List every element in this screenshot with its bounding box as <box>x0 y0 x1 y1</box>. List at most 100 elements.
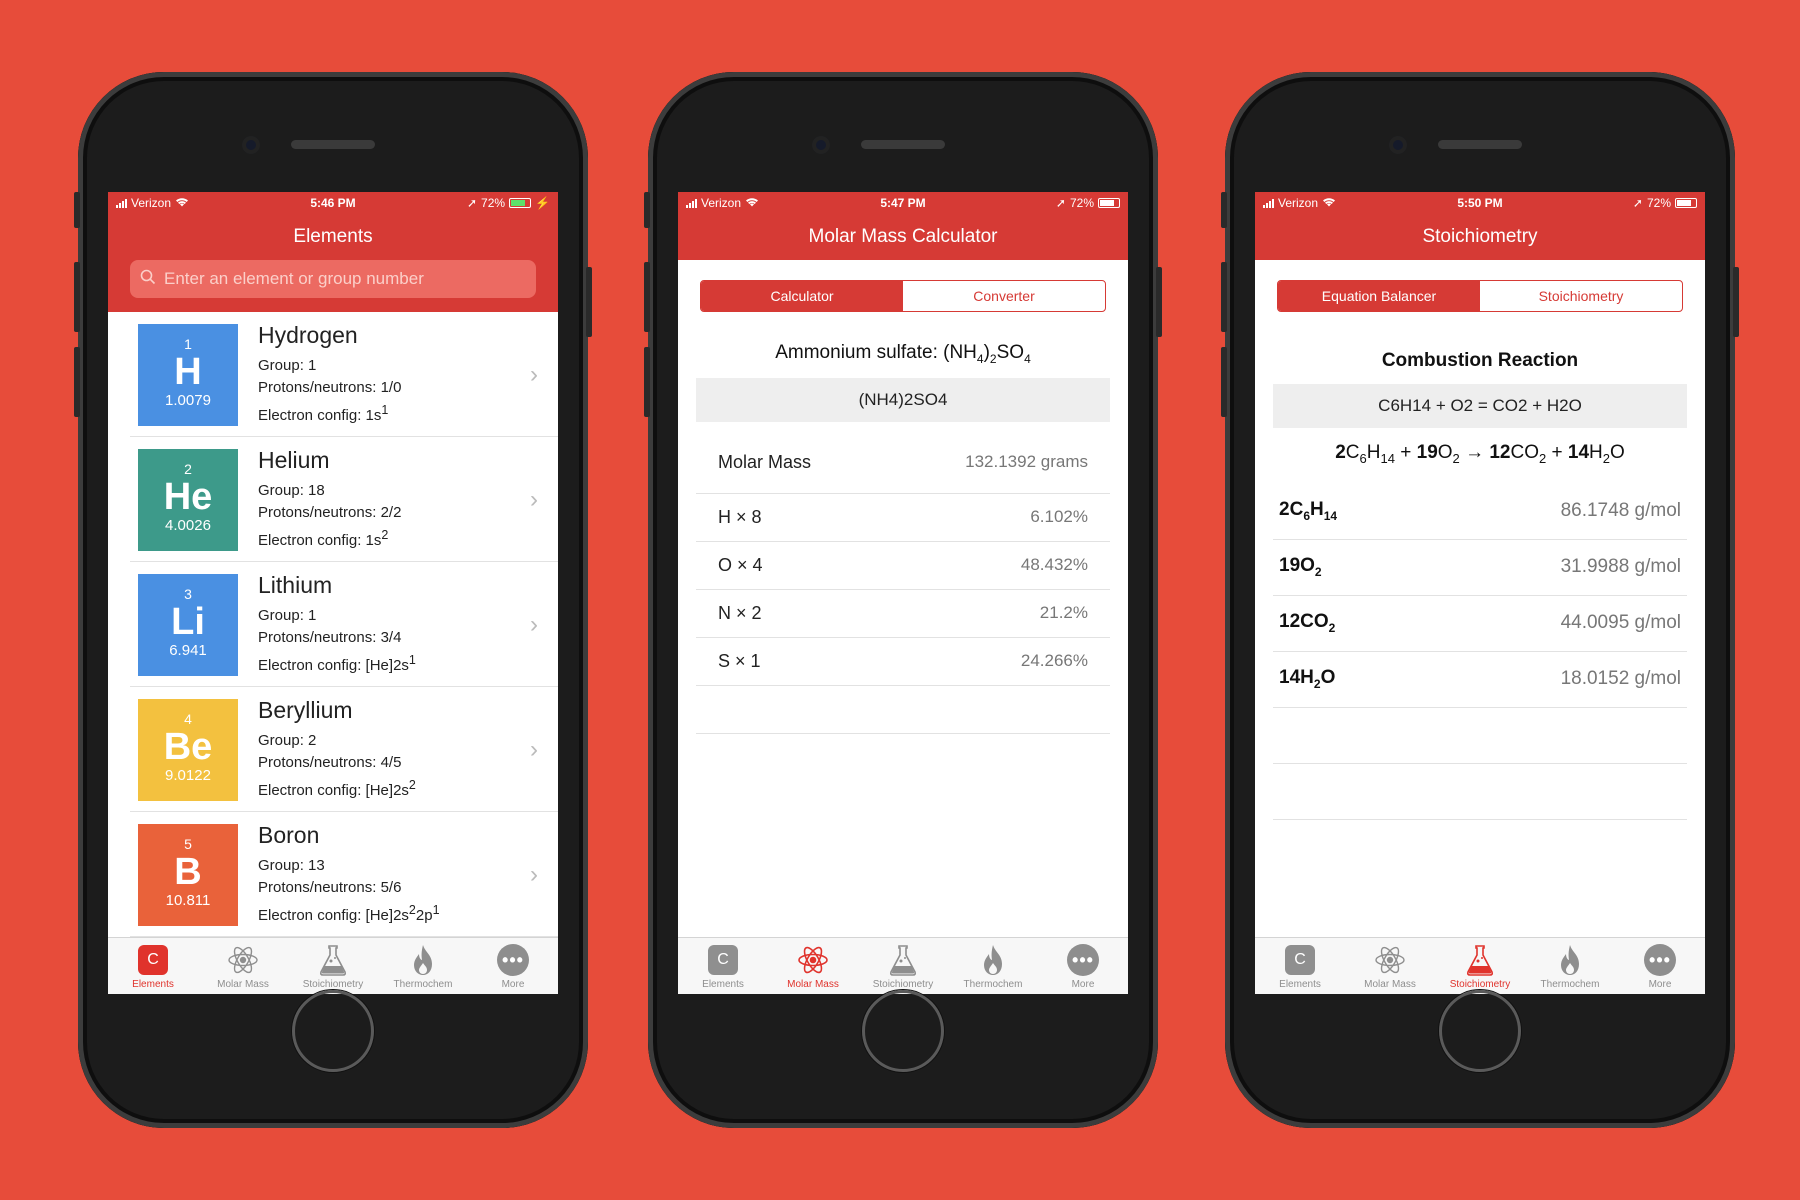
status-bar: Verizon 5:46 PM ➚ 72% ⚡ <box>108 192 558 214</box>
screen: Verizon 5:47 PM ➚ 72% Molar Mass Calcula… <box>678 192 1128 994</box>
home-button[interactable] <box>1439 990 1521 1072</box>
element-config: Electron config: [He]2s1 <box>258 653 416 674</box>
tab-stoichiometry[interactable]: Stoichiometry <box>858 938 948 994</box>
composition-label: S × 1 <box>718 650 761 671</box>
page-title: Elements <box>108 214 558 260</box>
tab-stoichiometry[interactable]: Stoichiometry <box>288 938 378 994</box>
composition-row: O × 4 48.432% <box>696 542 1110 590</box>
formula-input[interactable]: (NH4)2SO4 <box>696 377 1110 422</box>
element-row-helium[interactable]: 2 He 4.0026 Helium Group: 18 Protons/neu… <box>108 437 558 562</box>
balanced-equation: 2C6H14 + 19O2 → 12CO2 + 14H2O <box>1335 442 1625 466</box>
tab-label: More <box>501 979 525 990</box>
element-config: Electron config: 1s2 <box>258 528 389 549</box>
tab-label: Stoichiometry <box>872 979 934 990</box>
segment-equation-balancer[interactable]: Equation Balancer <box>1278 281 1480 311</box>
element-group: Group: 1 <box>258 607 317 624</box>
element-symbol: Be <box>163 725 213 768</box>
more-icon: ••• <box>1644 944 1676 976</box>
compound-row: 14H2O 18.0152 g/mol <box>1273 652 1687 708</box>
empty-row <box>1273 764 1687 820</box>
composition-row: S × 1 24.266% <box>696 638 1110 686</box>
home-button[interactable] <box>292 990 374 1072</box>
battery-icon <box>1098 198 1120 208</box>
atom-icon <box>796 943 830 977</box>
phone-elements: Verizon 5:46 PM ➚ 72% ⚡ Elements Enter a… <box>74 72 592 1128</box>
elements-icon: C <box>708 945 738 975</box>
tab-label: More <box>1648 979 1672 990</box>
tab-molar-mass[interactable]: Molar Mass <box>1345 938 1435 994</box>
atomic-number: 5 <box>184 835 192 852</box>
compound-row: 12CO2 44.0095 g/mol <box>1273 596 1687 652</box>
mute-switch <box>74 192 80 228</box>
composition-value: 21.2% <box>1039 603 1088 623</box>
tab-label: More <box>1071 979 1095 990</box>
flame-icon <box>976 943 1010 977</box>
compound-formula: 12CO2 <box>1279 611 1336 636</box>
tab-label: Thermochem <box>963 979 1023 990</box>
search-bar <box>108 260 558 312</box>
element-name: Helium <box>258 447 330 473</box>
element-tile: 1 H 1.0079 <box>138 323 238 426</box>
search-input[interactable] <box>164 269 526 289</box>
composition-value: 24.266% <box>1020 651 1088 671</box>
element-config: Electron config: 1s1 <box>258 403 389 424</box>
tab-label: Molar Mass <box>787 979 839 990</box>
tab-label: Elements <box>1279 979 1321 990</box>
atomic-mass: 1.0079 <box>165 391 211 409</box>
segment-stoichiometry[interactable]: Stoichiometry <box>1480 281 1682 311</box>
equation-input[interactable]: C6H14 + O2 = CO2 + H2O <box>1273 384 1687 428</box>
search-box[interactable] <box>130 260 536 298</box>
tab-molar-mass[interactable]: Molar Mass <box>768 938 858 994</box>
compound-formula: 2C6H14 <box>1279 499 1338 524</box>
segment-calculator[interactable]: Calculator <box>701 281 903 311</box>
tab-stoichiometry[interactable]: Stoichiometry <box>1435 938 1525 994</box>
search-icon <box>140 269 156 290</box>
chevron-right-icon: › <box>530 735 538 763</box>
tab-molar-mass[interactable]: Molar Mass <box>198 938 288 994</box>
element-row-beryllium[interactable]: 4 Be 9.0122 Beryllium Group: 2 Protons/n… <box>108 687 558 812</box>
volume-up-button <box>644 262 650 332</box>
tab-thermochem[interactable]: Thermochem <box>378 938 468 994</box>
more-icon: ••• <box>1067 944 1099 976</box>
composition-value: 6.102% <box>1030 507 1088 527</box>
element-name: Lithium <box>258 572 333 598</box>
tab-elements[interactable]: C Elements <box>108 938 198 994</box>
segment-converter[interactable]: Converter <box>903 281 1105 311</box>
atom-icon <box>226 943 260 977</box>
mute-switch <box>644 192 650 228</box>
tab-more[interactable]: ••• More <box>1615 938 1705 994</box>
battery-percent: 72% <box>481 196 506 210</box>
element-protons-neutrons: Protons/neutrons: 5/6 <box>258 879 402 896</box>
tab-label: Elements <box>702 979 744 990</box>
tab-thermochem[interactable]: Thermochem <box>1525 938 1615 994</box>
volume-up-button <box>74 262 80 332</box>
compound-mass: 86.1748 g/mol <box>1560 500 1681 522</box>
empty-row <box>696 686 1110 734</box>
element-row-lithium[interactable]: 3 Li 6.941 Lithium Group: 1 Protons/neut… <box>108 562 558 687</box>
element-name: Hydrogen <box>258 322 358 348</box>
element-protons-neutrons: Protons/neutrons: 4/5 <box>258 754 402 771</box>
element-name: Boron <box>258 822 320 848</box>
tab-more[interactable]: ••• More <box>468 938 558 994</box>
location-arrow-icon: ➚ <box>466 196 478 210</box>
tab-elements[interactable]: C Elements <box>678 938 768 994</box>
element-row-boron[interactable]: 5 B 10.811 Boron Group: 13 Protons/neutr… <box>108 812 558 937</box>
location-arrow-icon: ➚ <box>1055 196 1066 210</box>
camera-icon <box>812 136 830 154</box>
home-button[interactable] <box>862 990 944 1072</box>
element-protons-neutrons: Protons/neutrons: 3/4 <box>258 629 402 646</box>
element-row-hydrogen[interactable]: 1 H 1.0079 Hydrogen Group: 1 Protons/neu… <box>108 312 558 437</box>
element-protons-neutrons: Protons/neutrons: 1/0 <box>258 379 402 396</box>
power-button <box>1156 267 1162 337</box>
compound-name: Ammonium sulfate: (NH4)2SO4 <box>775 342 1031 366</box>
mute-switch <box>1221 192 1227 228</box>
tab-more[interactable]: ••• More <box>1038 938 1128 994</box>
camera-icon <box>242 136 260 154</box>
composition-label: O × 4 <box>718 554 763 575</box>
element-group: Group: 18 <box>258 482 325 499</box>
tab-elements[interactable]: C Elements <box>1255 938 1345 994</box>
empty-row <box>1273 708 1687 764</box>
tab-thermochem[interactable]: Thermochem <box>948 938 1038 994</box>
compound-row: 19O2 31.9988 g/mol <box>1273 540 1687 596</box>
tab-bar: C Elements Molar Mass Stoichiometry Ther… <box>678 937 1128 994</box>
